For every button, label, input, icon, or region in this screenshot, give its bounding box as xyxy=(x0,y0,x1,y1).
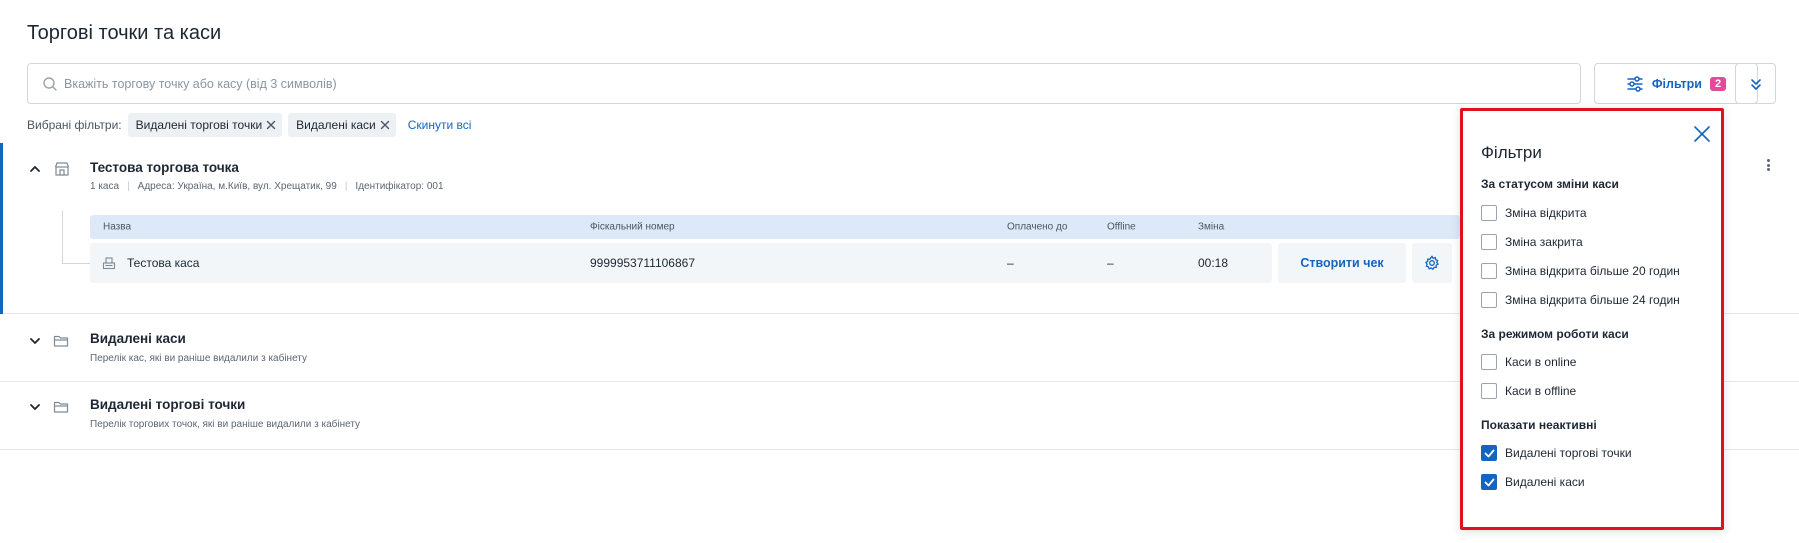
checkbox[interactable] xyxy=(1481,263,1497,279)
expand-all-button[interactable] xyxy=(1735,63,1776,104)
filter-panel: Фільтри За статусом зміни каси Зміна від… xyxy=(1460,108,1724,530)
search-input[interactable] xyxy=(64,76,1564,91)
checkbox[interactable] xyxy=(1481,474,1497,490)
create-receipt-button[interactable]: Створити чек xyxy=(1278,243,1406,283)
chevron-up-icon[interactable] xyxy=(29,163,41,175)
filter-section-title: За статусом зміни каси xyxy=(1481,177,1619,191)
page-title: Торгові точки та каси xyxy=(27,22,222,44)
group-title[interactable]: Видалені торгові точки xyxy=(90,397,245,412)
till-name: Тестова каса xyxy=(127,256,200,270)
checkmark-icon xyxy=(1484,449,1494,457)
group-title[interactable]: Видалені каси xyxy=(90,331,186,346)
store-name[interactable]: Тестова торгова точка xyxy=(90,160,239,175)
column-header-paid-until: Оплачено до xyxy=(1007,221,1068,233)
cash-register-icon xyxy=(102,257,116,270)
filter-chip: Видалені каси xyxy=(288,113,396,137)
store-meta: 1 каса | Адреса: Україна, м.Київ, вул. Х… xyxy=(90,181,444,192)
store-till-count: 1 каса xyxy=(90,181,120,192)
store-address: Адреса: Україна, м.Київ, вул. Хрещатик, … xyxy=(137,181,337,192)
table-row[interactable]: Тестова каса 9999953711106867 – – 00:18 xyxy=(90,243,1272,283)
column-header-fiscal-number: Фіскальний номер xyxy=(590,221,675,233)
column-header-name: Назва xyxy=(103,221,132,233)
search-icon xyxy=(43,76,57,91)
filters-button-label: Фільтри xyxy=(1651,76,1702,91)
till-shift: 00:18 xyxy=(1198,256,1229,270)
column-header-shift: Зміна xyxy=(1198,221,1225,233)
column-header-offline: Offline xyxy=(1107,221,1136,233)
filter-option-online[interactable]: Каси в online xyxy=(1481,354,1576,370)
filter-option-shift-open-20h[interactable]: Зміна відкрита більше 20 годин xyxy=(1481,263,1680,279)
filter-chip: Видалені торгові точки xyxy=(127,113,283,137)
till-offline: – xyxy=(1107,256,1114,270)
folder-icon xyxy=(53,401,69,413)
filter-section-title: Показати неактивні xyxy=(1481,418,1597,432)
checkbox[interactable] xyxy=(1481,445,1497,461)
checkbox[interactable] xyxy=(1481,292,1497,308)
chevron-down-icon[interactable] xyxy=(29,335,41,347)
selected-filters-label: Вибрані фільтри: xyxy=(27,118,122,132)
filters-button[interactable]: Фільтри 2 xyxy=(1594,63,1758,104)
table-header: Назва Фіскальний номер Оплачено до Offli… xyxy=(90,215,1460,239)
store-accent-bar xyxy=(0,143,3,314)
filter-option-shift-open-24h[interactable]: Зміна відкрита більше 24 годин xyxy=(1481,292,1680,308)
selected-filters: Вибрані фільтри: Видалені торгові точки … xyxy=(27,113,471,137)
checkmark-icon xyxy=(1484,478,1494,486)
filter-option-deleted-stores[interactable]: Видалені торгові точки xyxy=(1481,445,1632,461)
till-settings-button[interactable] xyxy=(1412,243,1452,283)
filter-panel-title: Фільтри xyxy=(1481,143,1542,162)
filter-option-offline[interactable]: Каси в offline xyxy=(1481,383,1576,399)
tree-line xyxy=(62,211,63,263)
filter-option-deleted-tills[interactable]: Видалені каси xyxy=(1481,474,1585,490)
folder-icon xyxy=(53,335,69,347)
filter-sliders-icon xyxy=(1627,75,1643,92)
reset-all-link[interactable]: Скинути всі xyxy=(408,118,472,132)
checkbox[interactable] xyxy=(1481,205,1497,221)
gear-icon xyxy=(1424,255,1439,271)
till-paid-until: – xyxy=(1007,256,1014,270)
close-icon[interactable] xyxy=(1693,125,1711,143)
store-icon xyxy=(54,162,70,176)
close-icon[interactable] xyxy=(266,120,276,130)
group-description: Перелік кас, які ви раніше видалили з ка… xyxy=(90,353,307,364)
checkbox[interactable] xyxy=(1481,354,1497,370)
tree-line xyxy=(62,263,90,264)
checkbox[interactable] xyxy=(1481,383,1497,399)
search-box[interactable] xyxy=(27,63,1581,104)
store-identifier: Ідентифікатор: 001 xyxy=(355,181,444,192)
filter-section-title: За режимом роботи каси xyxy=(1481,327,1629,341)
chevron-down-icon[interactable] xyxy=(29,401,41,413)
filters-count-badge: 2 xyxy=(1710,76,1727,91)
close-icon[interactable] xyxy=(380,120,390,130)
filter-option-shift-open[interactable]: Зміна відкрита xyxy=(1481,205,1587,221)
more-vertical-icon[interactable] xyxy=(1763,157,1773,173)
filter-option-shift-closed[interactable]: Зміна закрита xyxy=(1481,234,1583,250)
till-fiscal-number: 9999953711106867 xyxy=(590,256,695,270)
checkbox[interactable] xyxy=(1481,234,1497,250)
group-description: Перелік торгових точок, які ви раніше ви… xyxy=(90,419,361,430)
double-chevron-down-icon xyxy=(1750,78,1761,90)
